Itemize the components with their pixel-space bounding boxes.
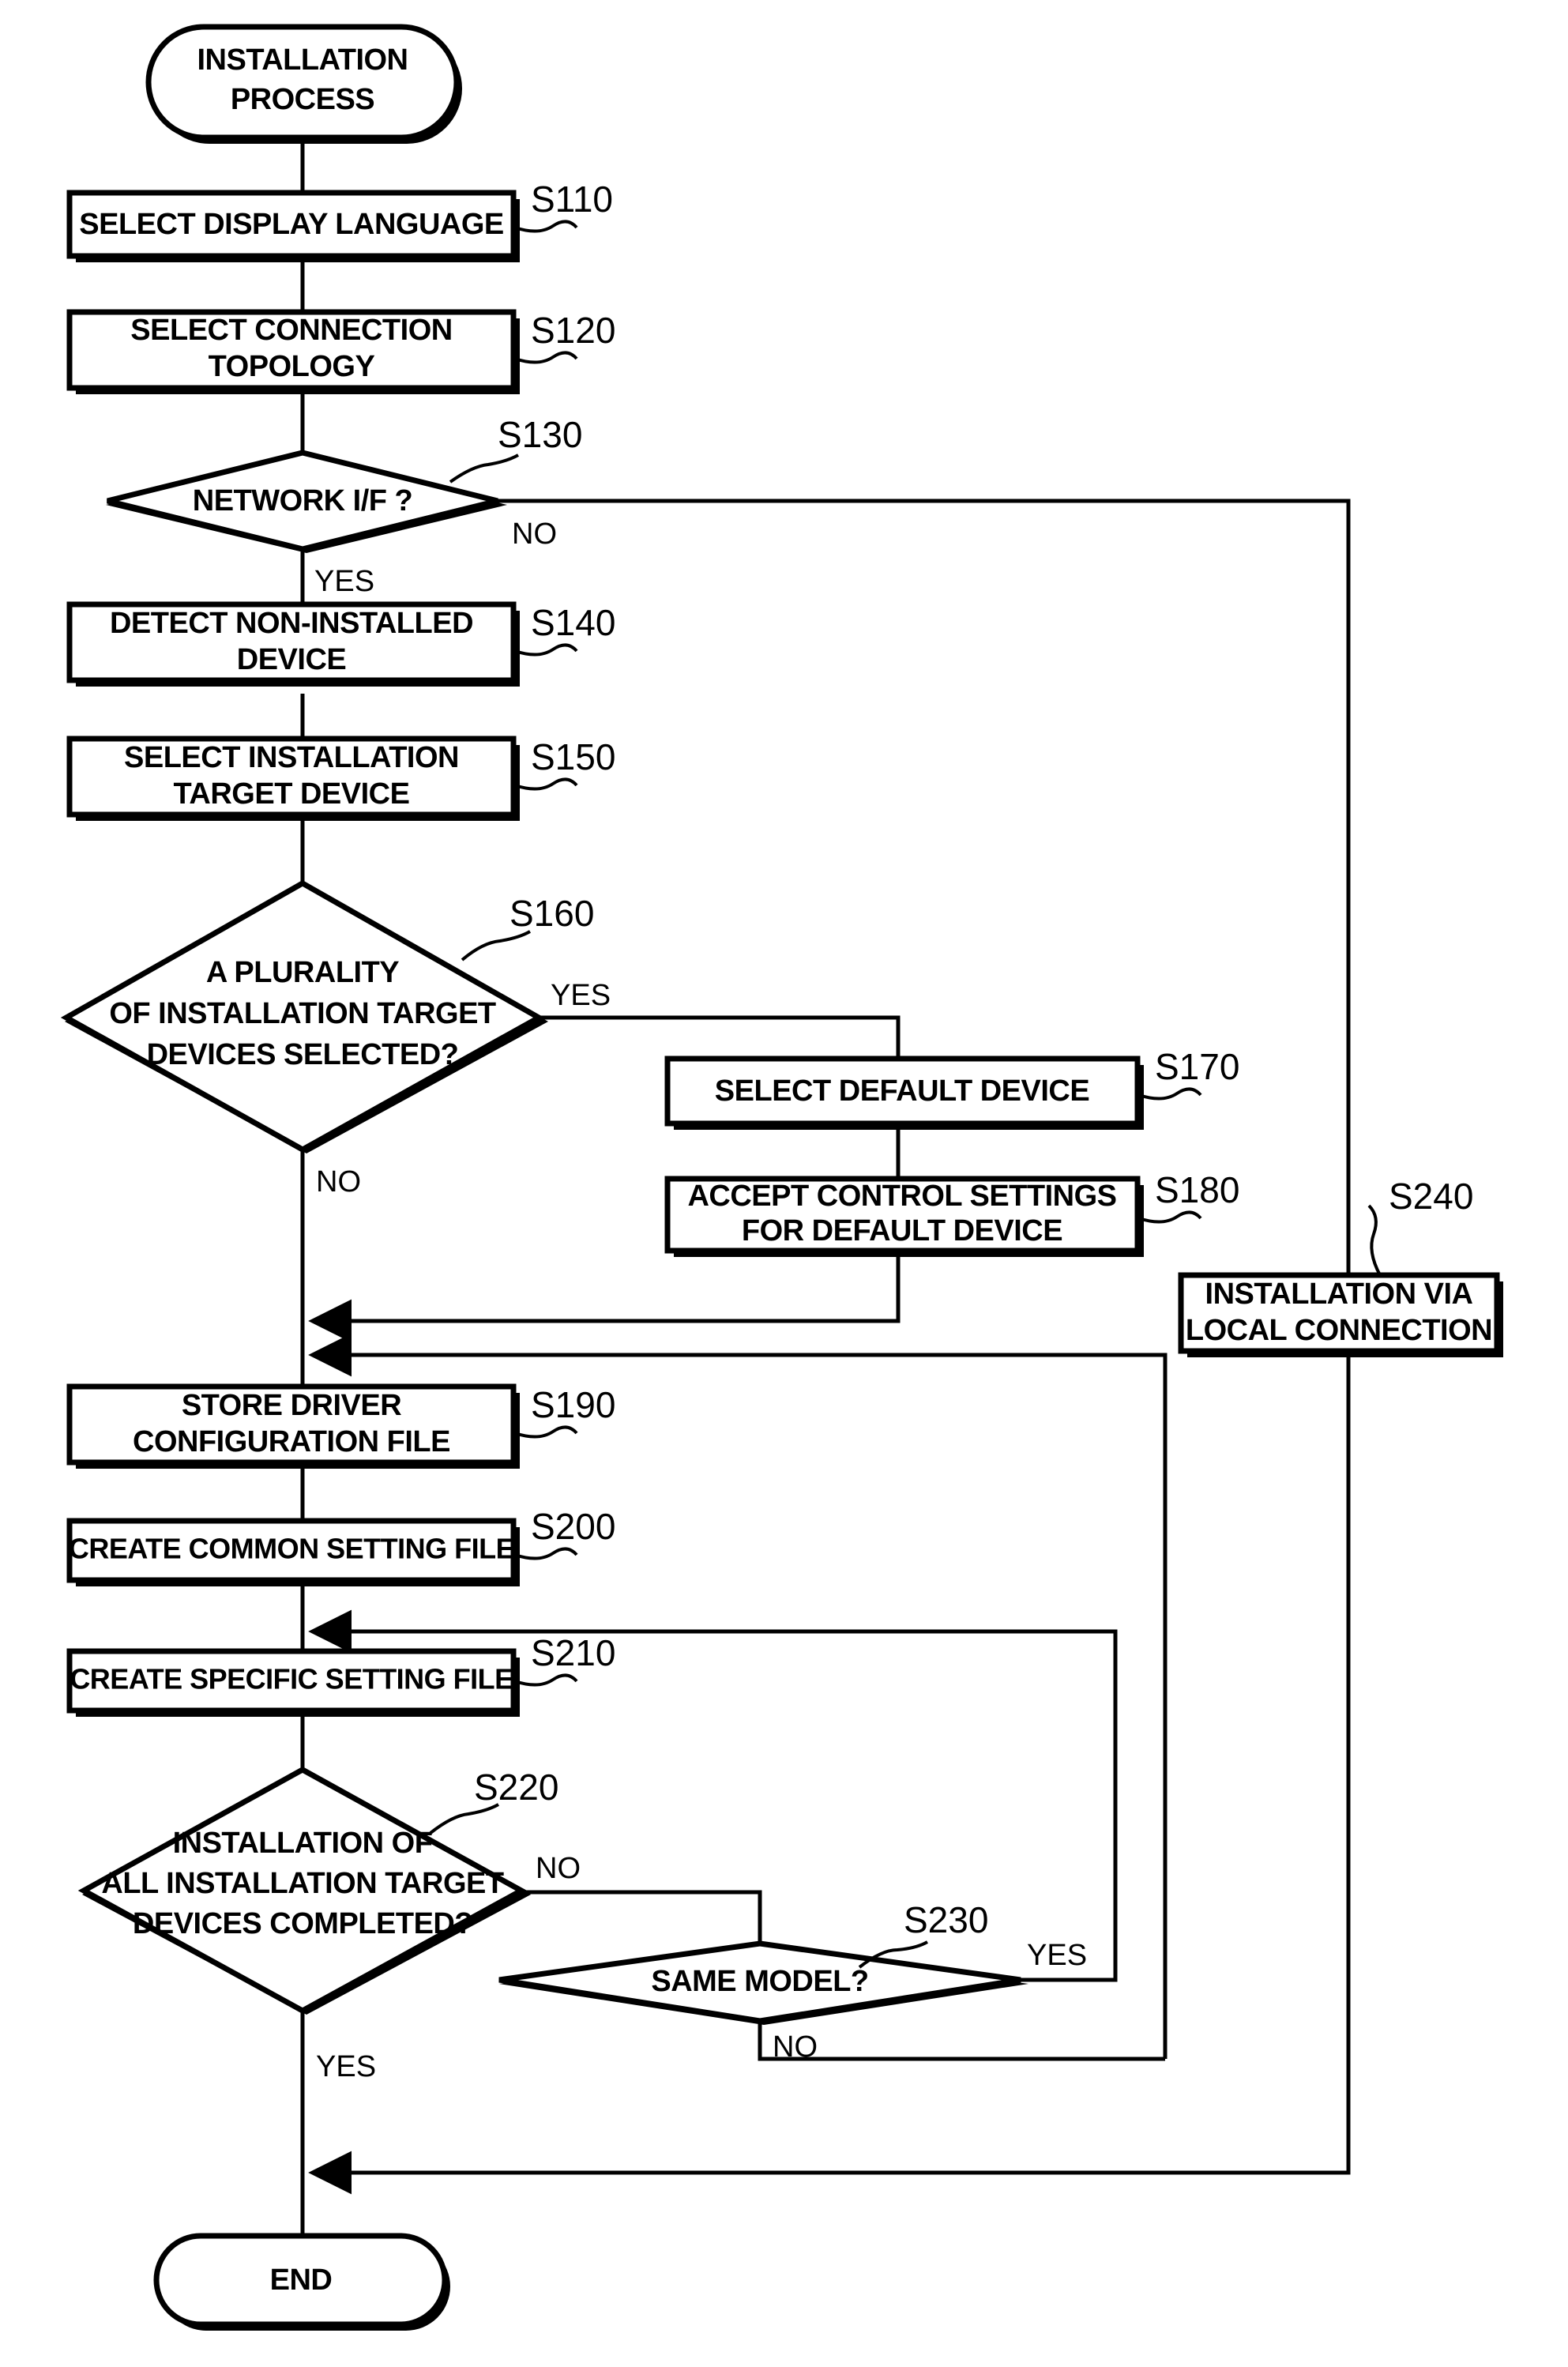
step-label-s170: S170 xyxy=(1155,1046,1239,1087)
node-s230[interactable]: SAME MODEL? xyxy=(498,1940,1028,2025)
node-s150-line1: SELECT INSTALLATION xyxy=(124,741,459,774)
node-s220-line2: ALL INSTALLATION TARGET xyxy=(101,1867,503,1900)
node-s240-line2: LOCAL CONNECTION xyxy=(1186,1314,1492,1347)
edge-s230-no-down xyxy=(758,2021,1165,2061)
leader-s190 xyxy=(514,1425,578,1439)
edge-s160-yes-to-s170 xyxy=(539,1015,901,1059)
node-s190[interactable]: STORE DRIVER CONFIGURATION FILE xyxy=(66,1383,520,1469)
branch-label-s220-no: NO xyxy=(536,1852,581,1885)
node-end-line1: END xyxy=(270,2264,333,2297)
branch-label-s130-no: NO xyxy=(512,517,557,551)
step-label-s130: S130 xyxy=(498,414,582,455)
node-s210[interactable]: CREATE SPECIFIC SETTING FILE xyxy=(66,1648,520,1717)
step-label-s230: S230 xyxy=(904,1899,988,1940)
node-s200[interactable]: CREATE COMMON SETTING FILE xyxy=(66,1518,520,1586)
node-s180-line2: FOR DEFAULT DEVICE xyxy=(742,1214,1062,1247)
node-s190-line2: CONFIGURATION FILE xyxy=(133,1425,450,1458)
branch-label-s160-yes: YES xyxy=(551,979,611,1012)
flowchart-canvas: INSTALLATION PROCESS SELECT DISPLAY LANG… xyxy=(0,0,1568,2367)
edge-s220-no-to-s230 xyxy=(521,1890,762,1944)
edge-s130-no-to-s240 xyxy=(498,499,1351,1275)
node-s160-line3: DEVICES SELECTED? xyxy=(147,1038,459,1071)
step-label-s120: S120 xyxy=(531,310,615,351)
leader-s220 xyxy=(429,1803,499,1835)
node-s160-line2: OF INSTALLATION TARGET xyxy=(109,997,496,1030)
edge-s240-to-end xyxy=(308,1356,1351,2195)
leader-s210 xyxy=(514,1673,578,1687)
node-s170-line1: SELECT DEFAULT DEVICE xyxy=(715,1074,1089,1108)
node-start-line1: INSTALLATION xyxy=(197,43,408,77)
node-s210-line1: CREATE SPECIFIC SETTING FILE xyxy=(70,1663,513,1695)
leader-s160 xyxy=(461,930,531,961)
node-s160-line1: A PLURALITY xyxy=(206,956,399,989)
node-s220-line3: DEVICES COMPLETED? xyxy=(133,1907,472,1940)
node-s150-line2: TARGET DEVICE xyxy=(174,777,410,811)
node-s230-line1: SAME MODEL? xyxy=(651,1965,868,1998)
step-label-s210: S210 xyxy=(531,1632,615,1673)
leader-s200 xyxy=(514,1547,578,1560)
step-label-s140: S140 xyxy=(531,602,615,643)
step-label-s150: S150 xyxy=(531,736,615,777)
node-s140[interactable]: DETECT NON-INSTALLED DEVICE xyxy=(66,601,520,687)
step-label-s240: S240 xyxy=(1389,1176,1473,1217)
branch-label-s130-yes: YES xyxy=(314,565,374,598)
node-s180-line1: ACCEPT CONTROL SETTINGS xyxy=(687,1180,1116,1213)
leader-s180 xyxy=(1138,1210,1202,1224)
branch-label-s220-yes: YES xyxy=(316,2050,376,2083)
node-s150[interactable]: SELECT INSTALLATION TARGET DEVICE xyxy=(66,736,520,821)
node-s220[interactable]: INSTALLATION OF ALL INSTALLATION TARGET … xyxy=(77,1767,531,2015)
leader-s120 xyxy=(514,351,578,364)
node-s120-line2: TOPOLOGY xyxy=(209,350,375,383)
node-s140-line2: DEVICE xyxy=(237,643,346,676)
node-s240[interactable]: INSTALLATION VIA LOCAL CONNECTION xyxy=(1178,1272,1503,1357)
step-label-s200: S200 xyxy=(531,1506,615,1547)
node-end[interactable]: END xyxy=(153,2233,450,2331)
node-s170[interactable]: SELECT DEFAULT DEVICE xyxy=(664,1056,1144,1130)
node-s240-line1: INSTALLATION VIA xyxy=(1205,1278,1473,1311)
leader-s150 xyxy=(514,777,578,791)
step-label-s180: S180 xyxy=(1155,1169,1239,1210)
step-label-s220: S220 xyxy=(474,1767,558,1808)
node-start[interactable]: INSTALLATION PROCESS xyxy=(145,24,462,144)
leader-s130 xyxy=(449,453,519,484)
node-s130[interactable]: NETWORK I/F ? xyxy=(106,450,507,553)
node-s130-line1: NETWORK I/F ? xyxy=(193,484,412,517)
leader-s140 xyxy=(514,643,578,657)
node-s220-line1: INSTALLATION OF xyxy=(173,1827,433,1860)
step-label-s190: S190 xyxy=(531,1384,615,1425)
node-s180[interactable]: ACCEPT CONTROL SETTINGS FOR DEFAULT DEVI… xyxy=(664,1176,1144,1257)
node-s140-line1: DETECT NON-INSTALLED xyxy=(110,607,473,640)
branch-label-s230-yes: YES xyxy=(1027,1939,1087,1972)
flowchart-svg: INSTALLATION PROCESS SELECT DISPLAY LANG… xyxy=(60,24,1503,2331)
node-s110[interactable]: SELECT DISPLAY LANGUAGE xyxy=(66,190,520,262)
node-start-line2: PROCESS xyxy=(231,83,374,116)
step-label-s160: S160 xyxy=(510,893,594,934)
leader-s240 xyxy=(1367,1204,1382,1276)
branch-label-s160-no: NO xyxy=(316,1165,361,1199)
edge-s180-to-spine xyxy=(308,1251,901,1343)
node-s120[interactable]: SELECT CONNECTION TOPOLOGY xyxy=(66,309,520,394)
node-s160[interactable]: A PLURALITY OF INSTALLATION TARGET DEVIC… xyxy=(60,879,548,1153)
node-s200-line1: CREATE COMMON SETTING FILE xyxy=(69,1533,514,1565)
leader-s110 xyxy=(514,220,578,233)
branch-label-s230-no: NO xyxy=(773,2030,818,2064)
node-s110-line1: SELECT DISPLAY LANGUAGE xyxy=(79,208,503,241)
node-s190-line1: STORE DRIVER xyxy=(182,1389,401,1422)
step-label-s110: S110 xyxy=(531,179,613,220)
node-s120-line1: SELECT CONNECTION xyxy=(130,314,452,347)
leader-s170 xyxy=(1138,1087,1202,1101)
